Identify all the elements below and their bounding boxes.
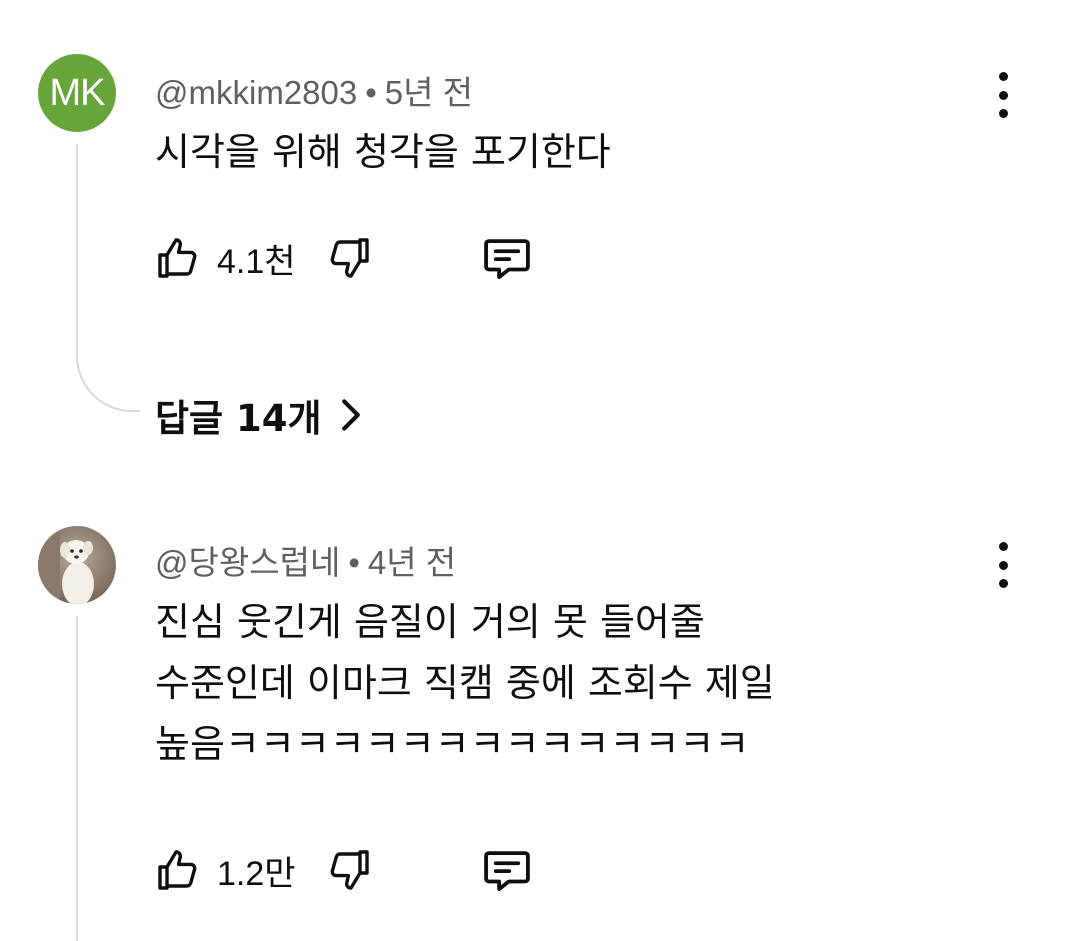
thumbs-down-icon xyxy=(330,238,369,278)
thread-connector xyxy=(76,340,140,412)
comment-item: @당왕스럽네 • 4년 전 진심 웃긴게 음질이 거의 못 들어줄 수준인데 이마크… xyxy=(0,470,1080,941)
thumbs-down-icon xyxy=(330,850,369,890)
thread-line xyxy=(76,616,78,941)
comment-meta: @당왕스럽네 • 4년 전 xyxy=(155,536,456,584)
avatar[interactable]: MK xyxy=(38,54,116,132)
comment-line: 높음ㅋㅋㅋㅋㅋㅋㅋㅋㅋㅋㅋㅋㅋㅋㅋ xyxy=(155,722,750,766)
like-button[interactable]: 4.1천 xyxy=(155,233,296,283)
meta-separator: • xyxy=(365,74,377,111)
comment-actions: 4.1천 xyxy=(155,230,534,286)
comment-meta: @mkkim2803 • 5년 전 xyxy=(155,66,473,114)
comment-time: 4년 전 xyxy=(367,544,457,581)
thumbs-up-icon xyxy=(158,850,197,890)
like-button[interactable]: 1.2만 xyxy=(155,845,296,895)
more-vertical-icon[interactable] xyxy=(990,72,1016,118)
comment-actions: 1.2만 xyxy=(155,842,534,898)
dog-photo-avatar xyxy=(38,526,116,604)
avatar[interactable] xyxy=(38,526,116,604)
comment-text: 진심 웃긴게 음질이 거의 못 들어줄 수준인데 이마크 직캠 중에 조회수 제… xyxy=(155,592,775,775)
reply-button[interactable] xyxy=(480,231,534,285)
comment-line: 진심 웃긴게 음질이 거의 못 들어줄 xyxy=(155,600,705,644)
like-count: 1.2만 xyxy=(217,854,296,893)
comment-line: 수준인데 이마크 직캠 중에 조회수 제일 xyxy=(155,661,775,705)
reply-comment-icon xyxy=(483,851,530,892)
dislike-button[interactable] xyxy=(324,845,372,895)
replies-label: 답글 14개 xyxy=(155,397,322,440)
comment-text: 시각을 위해 청각을 포기한다 xyxy=(155,122,611,183)
comment-line: 시각을 위해 청각을 포기한다 xyxy=(155,130,611,174)
dislike-button[interactable] xyxy=(324,233,372,283)
reply-button[interactable] xyxy=(480,843,534,897)
comment-item: MK @mkkim2803 • 5년 전 시각을 위해 청각을 포기한다 4.1천 xyxy=(0,0,1080,470)
author-name[interactable]: @당왕스럽네 xyxy=(155,544,340,581)
thumbs-up-icon xyxy=(158,238,197,278)
like-count: 4.1천 xyxy=(217,242,296,281)
chevron-right-icon xyxy=(341,399,360,431)
comment-time: 5년 전 xyxy=(384,74,474,111)
meta-separator: • xyxy=(348,544,360,581)
avatar-initials: MK xyxy=(49,71,106,114)
reply-comment-icon xyxy=(483,239,530,280)
view-replies-button[interactable]: 답글 14개 xyxy=(155,388,362,442)
more-vertical-icon[interactable] xyxy=(990,542,1016,588)
thread-line xyxy=(76,144,78,354)
author-name[interactable]: @mkkim2803 xyxy=(155,74,357,111)
